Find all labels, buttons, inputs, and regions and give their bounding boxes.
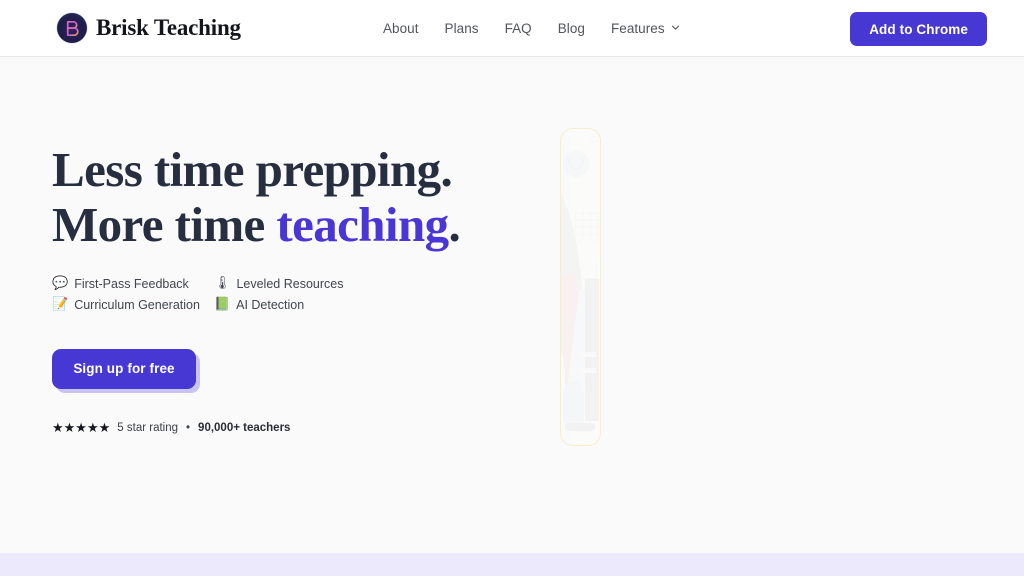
green-book-icon: 📗 xyxy=(213,297,231,313)
site-header: Brisk Teaching About Plans FAQ Blog Feat… xyxy=(0,0,1024,57)
feature-item-curriculum-generation: 📝 Curriculum Generation xyxy=(52,298,200,312)
next-section-band xyxy=(0,553,1024,576)
feature-item-first-pass-feedback: 💬 First-Pass Feedback xyxy=(52,277,200,291)
art-circle-accent xyxy=(591,136,598,143)
signup-button-wrap: Sign up for free xyxy=(52,348,200,393)
brisk-b-monogram-icon xyxy=(57,13,87,43)
smiley-mouth xyxy=(569,158,583,169)
feature-item-leveled-resources: 🌡 Leveled Resources xyxy=(214,277,344,291)
hero-illustration-graphic xyxy=(561,129,600,445)
page-title: Less time prepping. More time teaching. xyxy=(52,142,522,253)
feature-label: AI Detection xyxy=(236,297,305,312)
art-corner-bracket xyxy=(581,262,597,279)
headline-accent-word: teaching xyxy=(276,196,449,252)
hero-section: Less time prepping. More time teaching. … xyxy=(0,57,1024,553)
smiley-face-icon xyxy=(563,151,589,177)
nav-item-about[interactable]: About xyxy=(370,21,432,36)
headline-period: . xyxy=(448,196,461,252)
nav-item-blog[interactable]: Blog xyxy=(545,21,598,36)
feature-label: Curriculum Generation xyxy=(74,297,200,312)
memo-icon: 📝 xyxy=(52,297,69,313)
art-blue-shape xyxy=(563,381,584,425)
speech-balloon-icon: 💬 xyxy=(52,276,69,292)
feature-list: 💬 First-Pass Feedback 🌡 Leveled Resource… xyxy=(52,277,522,312)
headline-line-2-plain: More time xyxy=(52,196,277,252)
rating-text: 5 star rating xyxy=(117,422,179,435)
headline-line-1: Less time prepping. xyxy=(52,142,453,197)
star-rating-icon: ★★★★★ xyxy=(52,420,111,436)
art-bar-upper xyxy=(579,352,596,357)
art-gray-column xyxy=(585,279,599,421)
chevron-down-icon xyxy=(671,23,680,32)
feature-label: Leveled Resources xyxy=(236,276,344,291)
primary-nav: About Plans FAQ Blog Features xyxy=(370,0,693,57)
signup-for-free-button[interactable]: Sign up for free xyxy=(52,348,196,389)
rating-teacher-count: 90,000+ teachers xyxy=(198,422,291,435)
art-bar-lower xyxy=(579,368,596,373)
rating-row: ★★★★★ 5 star rating • 90,000+ teachers xyxy=(52,422,522,435)
landing-page: Brisk Teaching About Plans FAQ Blog Feat… xyxy=(0,0,1024,576)
nav-item-plans[interactable]: Plans xyxy=(432,21,492,36)
rating-separator: • xyxy=(186,422,191,435)
art-grid-pattern xyxy=(575,212,600,241)
brand-name: Brisk Teaching xyxy=(96,15,241,40)
hero-copy: Less time prepping. More time teaching. … xyxy=(52,142,522,435)
hero-illustration-card xyxy=(560,128,601,446)
art-base-shape xyxy=(565,423,595,431)
nav-item-features[interactable]: Features xyxy=(598,21,693,36)
feature-item-ai-detection: 📗 AI Detection xyxy=(214,298,344,312)
add-to-chrome-button[interactable]: Add to Chrome xyxy=(850,12,987,46)
brand-logo-link[interactable]: Brisk Teaching xyxy=(57,13,241,43)
nav-item-features-label: Features xyxy=(610,21,665,36)
thermometer-icon: 🌡 xyxy=(213,276,231,292)
nav-item-faq[interactable]: FAQ xyxy=(492,21,545,36)
feature-label: First-Pass Feedback xyxy=(74,276,189,291)
